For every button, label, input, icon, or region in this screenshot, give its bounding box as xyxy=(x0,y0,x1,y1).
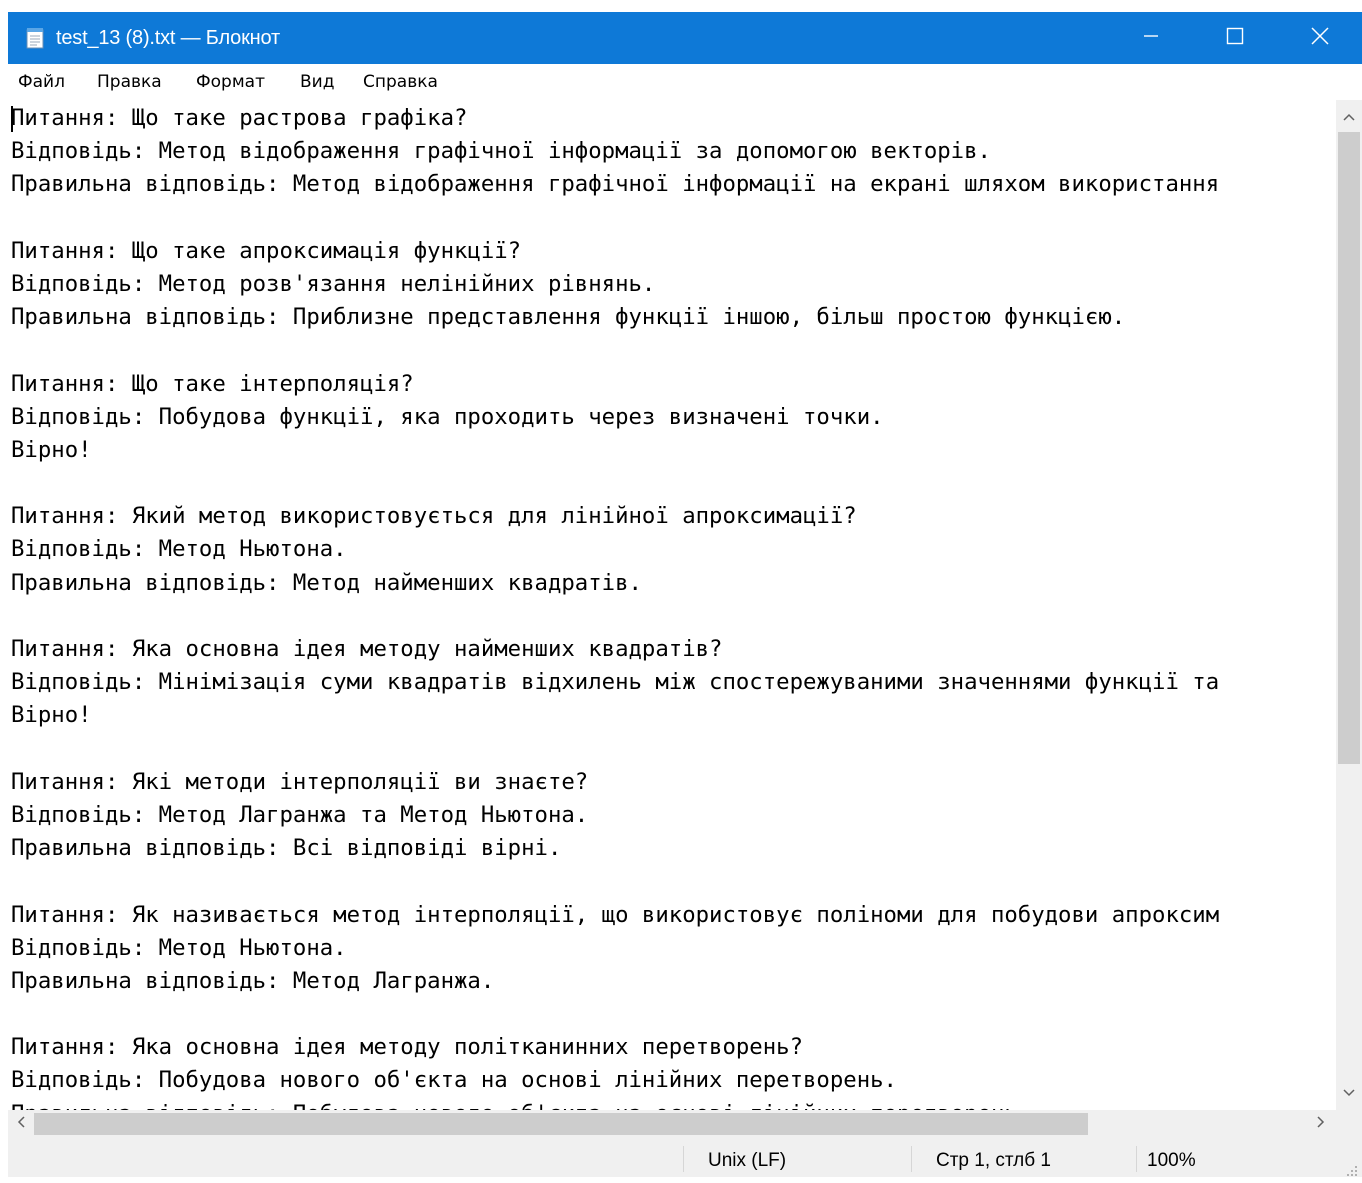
status-line-ending: Unix (LF) xyxy=(708,1150,787,1171)
horizontal-scrollbar[interactable] xyxy=(8,1110,1336,1138)
maximize-icon xyxy=(1226,27,1244,50)
text-line xyxy=(11,467,1219,500)
scroll-left-button[interactable] xyxy=(8,1111,34,1137)
text-line xyxy=(11,600,1219,633)
text-line: Вірно! xyxy=(11,702,92,729)
text-line: Правильна відповідь: Приблизне представл… xyxy=(11,304,1126,331)
scroll-corner xyxy=(1336,1110,1362,1138)
text-line: Правильна відповідь: Побудова нового об'… xyxy=(11,1098,1219,1110)
menu-bar: Файл Правка Формат Вид Справка xyxy=(8,64,1362,100)
minimize-icon xyxy=(1143,28,1159,49)
scroll-up-button[interactable] xyxy=(1336,104,1362,130)
notepad-window: test_13 (8).txt — Блокнот Файл Правка Фо… xyxy=(0,0,1362,1177)
scroll-down-button[interactable] xyxy=(1336,1080,1362,1106)
text-line: Відповідь: Метод Ньютона. xyxy=(11,536,347,563)
status-bar: Unix (LF) Стр 1, стлб 1 100% xyxy=(8,1138,1362,1177)
text-line: Питання: Яка основна ідея методу політка… xyxy=(11,1034,804,1061)
text-line: Відповідь: Побудова функції, яка проходи… xyxy=(11,403,884,430)
minimize-button[interactable] xyxy=(1109,12,1193,64)
status-separator xyxy=(683,1146,684,1172)
text-line xyxy=(11,865,1219,898)
window-title: test_13 (8).txt — Блокнот xyxy=(56,27,280,49)
status-cursor-position: Стр 1, стлб 1 xyxy=(936,1150,1051,1171)
chevron-down-icon xyxy=(1343,1084,1355,1102)
text-line: Відповідь: Метод розв'язання нелінійних … xyxy=(11,270,656,297)
text-editor[interactable]: Питання: Що таке растрова графіка? Відпов… xyxy=(8,100,1336,1110)
text-line: Питання: Що таке інтерполяція? xyxy=(11,370,414,397)
text-line: Питання: Як називається метод інтерполяц… xyxy=(11,901,1220,928)
resize-grip-icon[interactable] xyxy=(1346,1161,1358,1176)
status-separator xyxy=(911,1146,912,1172)
text-line: Відповідь: Побудова нового об'єкта на ос… xyxy=(11,1067,897,1094)
chevron-right-icon xyxy=(1317,1115,1325,1133)
status-zoom: 100% xyxy=(1147,1150,1196,1171)
text-line xyxy=(11,202,1219,235)
menu-help[interactable]: Справка xyxy=(363,72,438,92)
text-line: Вірно! xyxy=(11,436,92,463)
vertical-scrollbar[interactable] xyxy=(1336,100,1362,1110)
title-bar[interactable]: test_13 (8).txt — Блокнот xyxy=(8,12,1362,64)
text-line xyxy=(11,334,1219,367)
text-caret xyxy=(11,106,13,132)
chevron-left-icon xyxy=(17,1115,25,1133)
text-line xyxy=(11,998,1219,1031)
chevron-up-icon xyxy=(1343,108,1355,126)
text-line: Питання: Що таке апроксимація функції? xyxy=(11,237,522,264)
menu-view[interactable]: Вид xyxy=(300,72,334,92)
text-line: Питання: Що таке растрова графіка? xyxy=(11,105,468,131)
menu-format[interactable]: Формат xyxy=(196,72,265,92)
text-line: Питання: Який метод використовується для… xyxy=(11,503,857,530)
notepad-icon xyxy=(24,27,46,49)
maximize-button[interactable] xyxy=(1193,12,1277,64)
menu-file[interactable]: Файл xyxy=(18,72,65,92)
vertical-scroll-thumb[interactable] xyxy=(1338,132,1360,764)
close-icon xyxy=(1311,26,1329,50)
text-line: Правильна відповідь: Метод Лагранжа. xyxy=(11,967,495,994)
text-line: Питання: Яка основна ідея методу найменш… xyxy=(11,636,723,662)
text-line xyxy=(11,733,1219,766)
editor-content[interactable]: Питання: Що таке растрова графіка? Відпов… xyxy=(11,102,1219,1110)
horizontal-scroll-thumb[interactable] xyxy=(34,1113,1088,1135)
status-separator xyxy=(1136,1146,1137,1172)
text-line: Правильна відповідь: Метод найменших ква… xyxy=(11,569,642,596)
text-line: Правильна відповідь: Всі відповіді вірні… xyxy=(11,835,562,862)
text-line: Питання: Які методи інтерполяції ви знає… xyxy=(11,768,589,795)
scroll-right-button[interactable] xyxy=(1308,1111,1334,1137)
text-line: Відповідь: Мінімізація суми квадратів ві… xyxy=(11,669,1220,696)
text-line: Відповідь: Метод Ньютона. xyxy=(11,934,347,961)
text-line: Правильна відповідь: Метод відображення … xyxy=(11,171,1220,198)
text-line: Відповідь: Метод відображення графічної … xyxy=(11,138,991,165)
text-line: Відповідь: Метод Лагранжа та Метод Ньюто… xyxy=(11,801,589,828)
close-button[interactable] xyxy=(1278,12,1362,64)
menu-edit[interactable]: Правка xyxy=(97,72,162,92)
